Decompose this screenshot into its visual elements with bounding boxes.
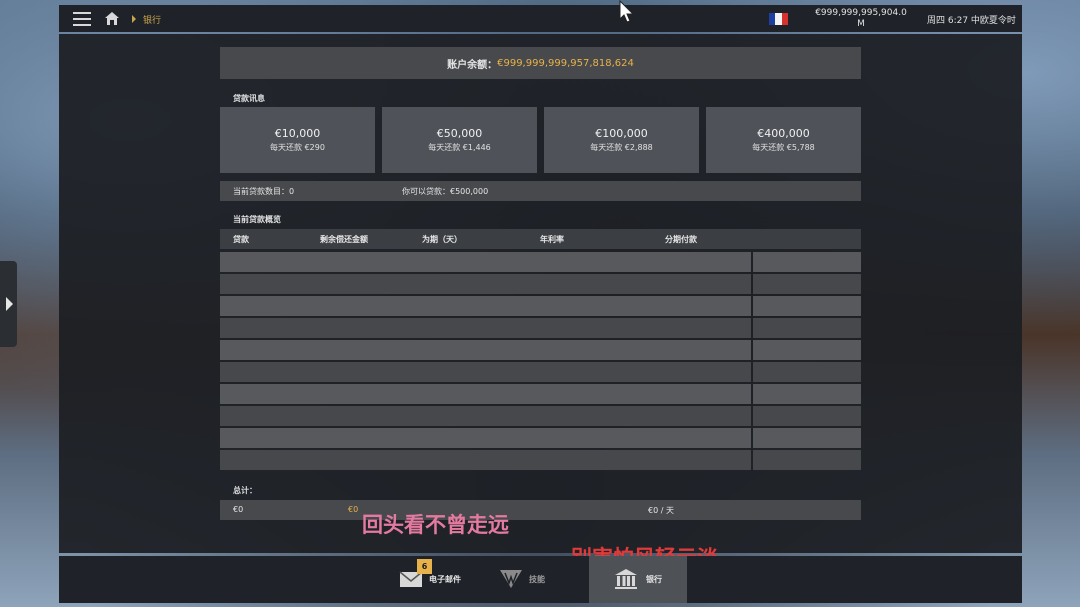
borrow-limit: 你可以贷款：€500,000: [402, 187, 489, 196]
table-row[interactable]: [220, 318, 751, 338]
table-row-action[interactable]: [753, 384, 861, 404]
home-icon[interactable]: [104, 11, 120, 30]
loan-option-400000[interactable]: €400,000 每天还款 €5,788: [706, 107, 861, 173]
skills-icon: [499, 569, 523, 591]
loan-option-10000[interactable]: €10,000 每天还款 €290: [220, 107, 375, 173]
breadcrumb[interactable]: 银行: [143, 13, 161, 26]
overview-label: 当前贷款概览: [233, 215, 281, 224]
breadcrumb-arrow-icon: [132, 15, 136, 23]
loan-info-bar: 当前贷款数目：0 你可以贷款：€500,000: [220, 181, 861, 201]
table-row-action[interactable]: [753, 318, 861, 338]
table-row[interactable]: [220, 362, 751, 382]
table-row[interactable]: [220, 340, 751, 360]
total-label: 总计：: [233, 486, 257, 495]
table-row[interactable]: [220, 428, 751, 448]
nav-email-label: 电子邮件: [429, 575, 461, 584]
nav-bank[interactable]: 银行: [589, 556, 687, 603]
current-loan-count: 当前贷款数目：0: [233, 187, 295, 196]
account-balance: 账户余额： €999,999,999,957,818,624: [220, 47, 861, 79]
total-loan: €0: [233, 505, 244, 514]
table-row-action[interactable]: [753, 252, 861, 272]
table-row-action[interactable]: [753, 340, 861, 360]
menu-icon[interactable]: [73, 12, 91, 26]
table-row-action[interactable]: [753, 274, 861, 294]
table-row-action[interactable]: [753, 296, 861, 316]
table-row[interactable]: [220, 252, 751, 272]
total-remaining: €0: [348, 505, 359, 514]
table-row-action[interactable]: [753, 450, 861, 470]
game-clock: 周四 6:27 中欧夏令时: [927, 16, 1016, 26]
col-term: 为期（天）: [422, 235, 462, 244]
loan-info-label: 贷款讯息: [233, 94, 265, 103]
col-rate: 年利率: [540, 235, 564, 244]
loan-option-100000[interactable]: €100,000 每天还款 €2,888: [544, 107, 699, 173]
table-row[interactable]: [220, 296, 751, 316]
france-flag-icon[interactable]: [769, 13, 788, 25]
table-row-action[interactable]: [753, 406, 861, 426]
table-row[interactable]: [220, 450, 751, 470]
top-bar: 银行 €999,999,995,904.0 M 周四 6:27 中欧夏令时: [59, 5, 1022, 32]
overlay-caption-1: 回头看不曾走远: [362, 513, 509, 537]
money-display: €999,999,995,904.0 M: [815, 8, 907, 29]
table-row[interactable]: [220, 274, 751, 294]
nav-skills[interactable]: 技能: [499, 556, 579, 603]
table-row-action[interactable]: [753, 362, 861, 382]
balance-value: €999,999,999,957,818,624: [497, 57, 634, 69]
nav-bank-label: 银行: [646, 575, 662, 584]
side-expand-tab[interactable]: [0, 261, 17, 347]
col-remaining: 剩余偿还金额: [320, 235, 368, 244]
bottom-nav: 电子邮件 技能 银行: [59, 556, 1022, 603]
bank-icon: [614, 568, 638, 592]
col-installment: 分期付款: [665, 235, 697, 244]
mouse-cursor-icon: [619, 0, 635, 28]
table-row[interactable]: [220, 406, 751, 426]
loan-option-50000[interactable]: €50,000 每天还款 €1,446: [382, 107, 537, 173]
loan-table-header: 贷款 剩余偿还金额 为期（天） 年利率 分期付款: [220, 229, 861, 249]
col-loan: 贷款: [233, 235, 249, 244]
nav-skills-label: 技能: [529, 575, 545, 584]
table-row[interactable]: [220, 384, 751, 404]
table-row-action[interactable]: [753, 428, 861, 448]
email-unread-badge: 6: [417, 559, 432, 574]
total-daily: €0 / 天: [648, 506, 674, 515]
nav-email[interactable]: 电子邮件: [399, 556, 491, 603]
total-bar: €0 €0 €0 / 天: [220, 500, 861, 520]
